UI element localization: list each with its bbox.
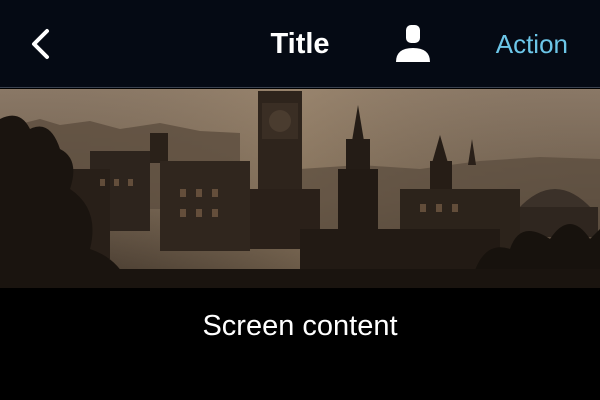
- profile-button[interactable]: [392, 22, 434, 66]
- chevron-left-icon: [32, 29, 49, 59]
- content-area: Screen content: [0, 288, 600, 400]
- action-button[interactable]: Action: [496, 24, 568, 64]
- screen-content-text: Screen content: [202, 310, 398, 342]
- back-button[interactable]: [22, 24, 62, 64]
- navigation-bar: Title Action: [0, 0, 600, 88]
- page-title: Title: [270, 28, 330, 60]
- city-skyline-image: [0, 89, 600, 288]
- user-icon: [396, 25, 430, 62]
